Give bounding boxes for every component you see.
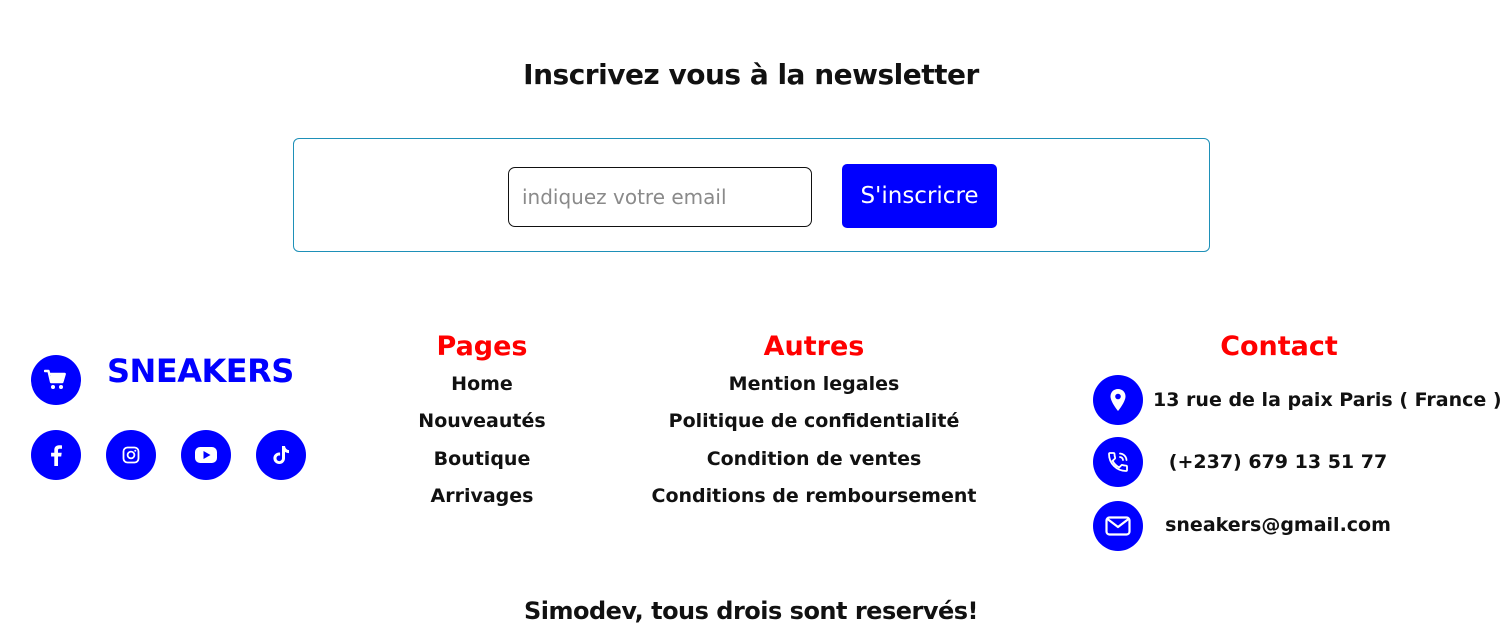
facebook-icon[interactable] (31, 430, 81, 480)
autres-link-remboursement[interactable]: Conditions de remboursement (614, 485, 1014, 507)
subscribe-button[interactable]: S'inscricre (842, 164, 997, 228)
contact-address: 13 rue de la paix Paris ( France ) (1153, 389, 1502, 411)
brand-name[interactable]: SNEAKERS (107, 352, 294, 390)
copyright-text: Simodev, tous drois sont reservés! (523, 597, 979, 625)
envelope-icon (1093, 501, 1143, 551)
location-icon (1093, 375, 1143, 425)
autres-link-mentions[interactable]: Mention legales (614, 373, 1014, 395)
contact-heading: Contact (1220, 331, 1338, 362)
contact-phone: (+237) 679 13 51 77 (1168, 451, 1388, 473)
tiktok-icon[interactable] (256, 430, 306, 480)
pages-link-nouveautes[interactable]: Nouveautés (382, 410, 582, 432)
pages-heading: Pages (436, 331, 528, 362)
pages-link-home[interactable]: Home (382, 373, 582, 395)
autres-link-ventes[interactable]: Condition de ventes (614, 448, 1014, 470)
autres-heading: Autres (763, 331, 865, 362)
newsletter-title: Inscrivez vous à la newsletter (523, 58, 979, 91)
instagram-icon[interactable] (106, 430, 156, 480)
contact-email: sneakers@gmail.com (1165, 514, 1391, 536)
email-input[interactable] (508, 167, 812, 227)
cart-icon[interactable] (31, 355, 81, 405)
autres-link-confidentialite[interactable]: Politique de confidentialité (614, 410, 1014, 432)
pages-link-arrivages[interactable]: Arrivages (382, 485, 582, 507)
phone-icon (1093, 437, 1143, 487)
youtube-icon[interactable] (181, 430, 231, 480)
pages-link-boutique[interactable]: Boutique (382, 448, 582, 470)
